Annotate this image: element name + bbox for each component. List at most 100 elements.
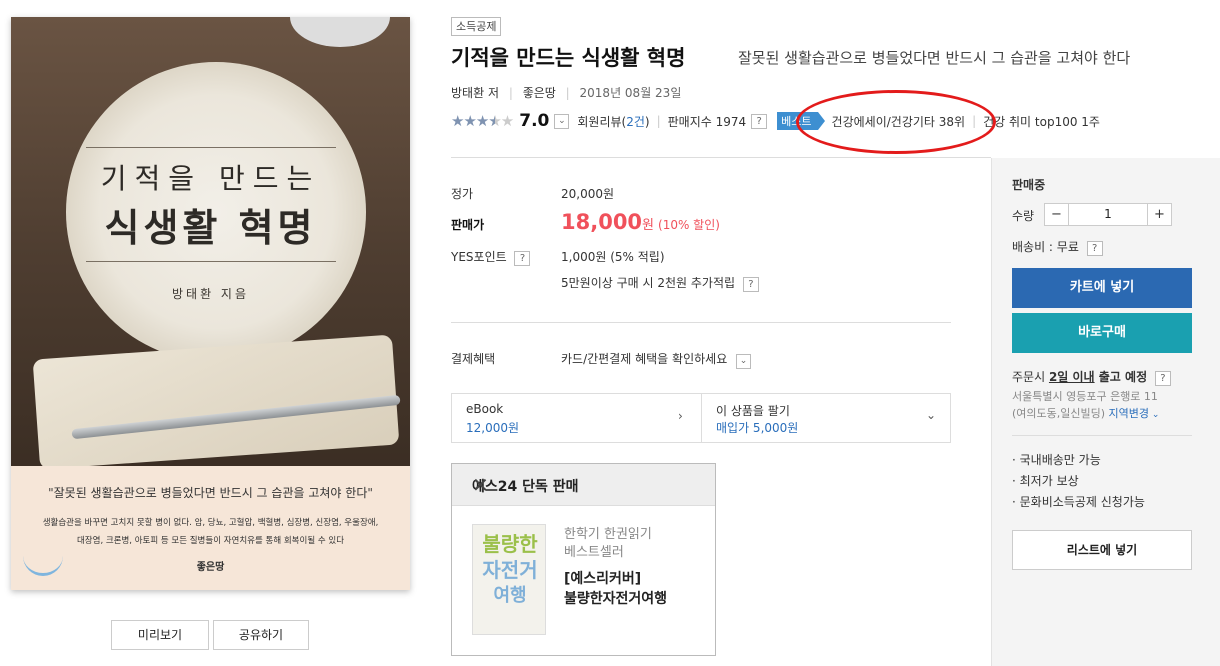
list-price-label: 정가 [451,187,474,201]
sell-label: 이 상품을 팔기 [716,404,790,418]
rating-score: 7.0 [519,111,550,131]
benefit-item: · 문화비소득공제 신청가능 [1012,495,1145,509]
delivery-row: 주문시 2일 이내 출고 예정 ? [1012,368,1171,386]
buy-now-button[interactable]: 바로구매 [1012,313,1192,353]
divider: | [656,114,661,128]
product-meta: 방태환 저 | 좋은땅 | 2018년 08월 23일 [451,84,681,101]
points-value: 1,000원 (5% 적립) [561,250,665,264]
payment-label: 결제혜택 [451,352,496,366]
region-chevron-down-icon: ⌄ [1149,410,1160,420]
cover-title-line2: 식생활 혁명 [104,205,317,250]
shipping-help-icon[interactable]: ? [1086,241,1103,256]
cover-description: 생활습관을 바꾸면 고치지 못할 병이 없다. 암, 당뇨, 고혈압, 백혈병,… [42,518,379,546]
chevron-right-icon: › [678,409,683,423]
close-icon[interactable]: ✕ [472,473,695,497]
points-extra-row: 5만원이상 구매 시 2천원 추가적립 ? [561,274,759,292]
mini-cover-line3: 여행 [493,585,527,606]
address-line2-row: (여의도동,일신빌딩) 지역변경 ⌄ [1012,405,1159,424]
payment-chevron-down-icon[interactable]: ⌄ [736,354,752,369]
benefit-item-label: 최저가 보상 [1019,474,1079,488]
exclusive-sub2: 베스트셀러 [564,545,624,560]
points-label: YES포인트 [451,250,507,264]
preview-button[interactable]: 미리보기 [111,620,209,650]
rating-dropdown-chevron-icon[interactable]: ⌄ [554,113,570,129]
cover-quote: "잘못된 생활습관으로 병들었다면 반드시 그 습관을 고쳐야 한다" [48,486,373,500]
exclusive-book-cover[interactable]: 불량한 자전거 여행 [472,524,546,635]
ebook-price: 12,000원 [466,421,520,435]
mini-cover-line1: 불량한 [482,532,538,556]
shipping-row: 배송비 : 무료 ? [1012,238,1103,256]
best-rank-weeks[interactable]: 건강 취미 top100 1주 [983,113,1100,130]
cover-rule [86,261,336,262]
exclusive-sub1: 한학기 한권읽기 [564,527,652,542]
qty-plus-button[interactable]: + [1148,204,1171,225]
cover-rule [86,147,336,148]
review-count[interactable]: 2건 [626,115,645,129]
exclusive-popup: 예스24 단독 판매 ✕ 불량한 자전거 여행 한학기 한권읽기 베스트셀러 [… [451,463,716,656]
benefit-list: · 국내배송만 가능 · 최저가 보상 · 문화비소득공제 신청가능 [1012,450,1145,513]
points-help-icon[interactable]: ? [514,251,531,266]
publish-date: 2018년 08월 23일 [579,86,682,100]
cover-author: 방태환 지음 [171,287,249,301]
sales-index: 판매지수 1974 [667,114,747,129]
sale-status: 판매중 [1012,178,1046,192]
cover-band: "잘못된 생활습관으로 병들었다면 반드시 그 습관을 고쳐야 한다" 생활습관… [11,466,410,590]
rating-stars-icon: ★★★★★★ [451,112,514,130]
exclusive-book-name[interactable]: [예스리커버] 불량한자전거여행 [564,569,667,609]
rating-row: ★★★★★★ 7.0 ⌄ 회원리뷰(2건) | 판매지수 1974 ? 베스트 … [451,111,1100,131]
quantity-stepper[interactable]: − 1 + [1044,203,1172,226]
address-line2: (여의도동,일신빌딩) [1012,407,1109,420]
delivery-suffix: 출고 예정 [1094,370,1148,384]
add-to-list-button[interactable]: 리스트에 넣기 [1012,530,1192,570]
sale-price: 18,000원 (10% 할인) [561,210,720,234]
benefit-item-label: 국내배송만 가능 [1019,453,1101,467]
purchase-sidebar: 판매중 수량 − 1 + 배송비 : 무료 ? 카트에 넣기 바로구매 주문시 … [991,158,1220,666]
page-title: 기적을 만드는 식생활 혁명 [451,46,686,70]
benefit-item-label: 문화비소득공제 신청가능 [1019,495,1145,509]
payment-benefit-text: 카드/간편결제 혜택을 확인하세요 [561,352,728,366]
sales-index-help-icon[interactable]: ? [751,113,768,129]
ebook-label: eBook [466,402,504,416]
section-divider [451,322,951,323]
divider: | [508,86,513,100]
sale-price-amount: 18,000 [561,210,643,234]
review-label-close: ) [644,114,650,129]
chevron-down-icon: ⌄ [926,408,937,422]
benefit-item: · 최저가 보상 [1012,474,1079,488]
sale-discount: (10% 할인) [658,218,720,232]
ebook-option[interactable]: eBook 12,000원 › [452,394,701,442]
cover-bowl-decoration [290,17,390,47]
share-button[interactable]: 공유하기 [213,620,309,650]
book-cover[interactable]: 기적을 만드는 식생활 혁명 방태환 지음 "잘못된 생활습관으로 병들었다면 … [11,17,410,590]
purchase-options: eBook 12,000원 › 이 상품을 팔기 매입가 5,000원 ⌄ [451,393,951,443]
qty-label: 수량 [1012,209,1035,223]
exclusive-name2: 불량한자전거여행 [564,591,668,607]
qty-minus-button[interactable]: − [1045,204,1068,225]
delivery-help-icon[interactable]: ? [1154,371,1171,386]
author-role: 저 [487,86,499,100]
section-divider [451,157,991,158]
cover-publisher-logo: 좋은땅 [196,562,225,573]
cover-title-line1: 기적을 만드는 [100,162,321,195]
sale-price-unit: 원 [642,218,655,233]
author-link[interactable]: 방태환 [451,86,484,100]
delivery-prefix: 주문시 [1012,370,1049,384]
delivery-days: 2일 이내 [1048,370,1095,384]
sell-option[interactable]: 이 상품을 팔기 매입가 5,000원 ⌄ [702,394,950,442]
page-subtitle: 잘못된 생활습관으로 병들었다면 반드시 그 습관을 고쳐야 한다 [738,49,1131,67]
exclusive-header: 예스24 단독 판매 ✕ [452,464,715,506]
section-divider [1012,435,1192,436]
points-label-row: YES포인트 ? [451,248,531,266]
add-to-cart-button[interactable]: 카트에 넣기 [1012,268,1192,308]
qty-input[interactable]: 1 [1068,204,1148,225]
shipping-fee: 배송비 : 무료 [1012,240,1079,254]
red-annotation-circle [796,90,996,154]
points-extra-help-icon[interactable]: ? [742,277,759,292]
publisher-link[interactable]: 좋은땅 [523,86,556,100]
benefit-item: · 국내배송만 가능 [1012,453,1101,467]
exclusive-name1: [예스리커버] [564,571,642,587]
payment-benefit[interactable]: 카드/간편결제 혜택을 확인하세요 ⌄ [561,350,752,369]
region-change-link[interactable]: 지역변경 [1109,407,1149,420]
review-link[interactable]: 회원리뷰(2건) [577,113,649,130]
mini-cover-line2: 자전거 [482,558,538,582]
